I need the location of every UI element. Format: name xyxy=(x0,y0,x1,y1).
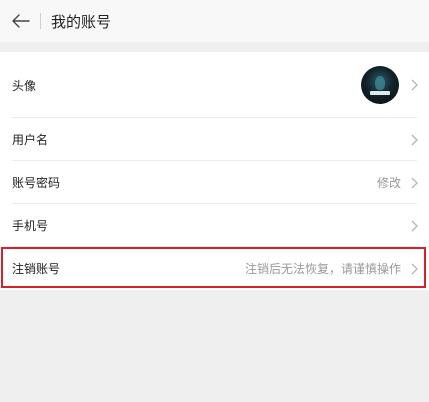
avatar[interactable] xyxy=(361,66,399,104)
avatar-stripe xyxy=(370,91,390,95)
chevron-right-icon xyxy=(409,262,419,276)
arrow-left-icon xyxy=(12,14,30,28)
back-button[interactable] xyxy=(4,0,38,42)
avatar-label: 头像 xyxy=(12,78,37,93)
deactivate-account-label: 注销账号 xyxy=(12,262,61,276)
section-gap xyxy=(0,42,429,52)
avatar-row[interactable]: 头像 xyxy=(0,52,429,118)
account-settings-list: 头像 用户名 账号密码 修改 手机号 注销账号 注销后无法恢复，请谨慎操作 xyxy=(0,52,429,290)
page-title: 我的账号 xyxy=(51,12,112,31)
chevron-right-icon xyxy=(409,176,419,190)
chevron-right-icon xyxy=(409,78,419,92)
deactivate-warning-text: 注销后无法恢复，请谨慎操作 xyxy=(244,262,401,276)
avatar-figure xyxy=(375,76,385,90)
chevron-right-icon xyxy=(409,219,419,233)
password-modify-text: 修改 xyxy=(376,176,401,190)
username-label: 用户名 xyxy=(12,133,49,147)
password-row[interactable]: 账号密码 修改 xyxy=(0,161,429,204)
phone-label: 手机号 xyxy=(12,219,49,233)
deactivate-account-row[interactable]: 注销账号 注销后无法恢复，请谨慎操作 xyxy=(0,247,429,290)
chevron-right-icon xyxy=(409,133,419,147)
username-row[interactable]: 用户名 xyxy=(0,118,429,161)
password-label: 账号密码 xyxy=(12,176,61,190)
top-bar: 我的账号 xyxy=(0,0,429,42)
header-divider xyxy=(40,13,41,29)
phone-row[interactable]: 手机号 xyxy=(0,204,429,247)
